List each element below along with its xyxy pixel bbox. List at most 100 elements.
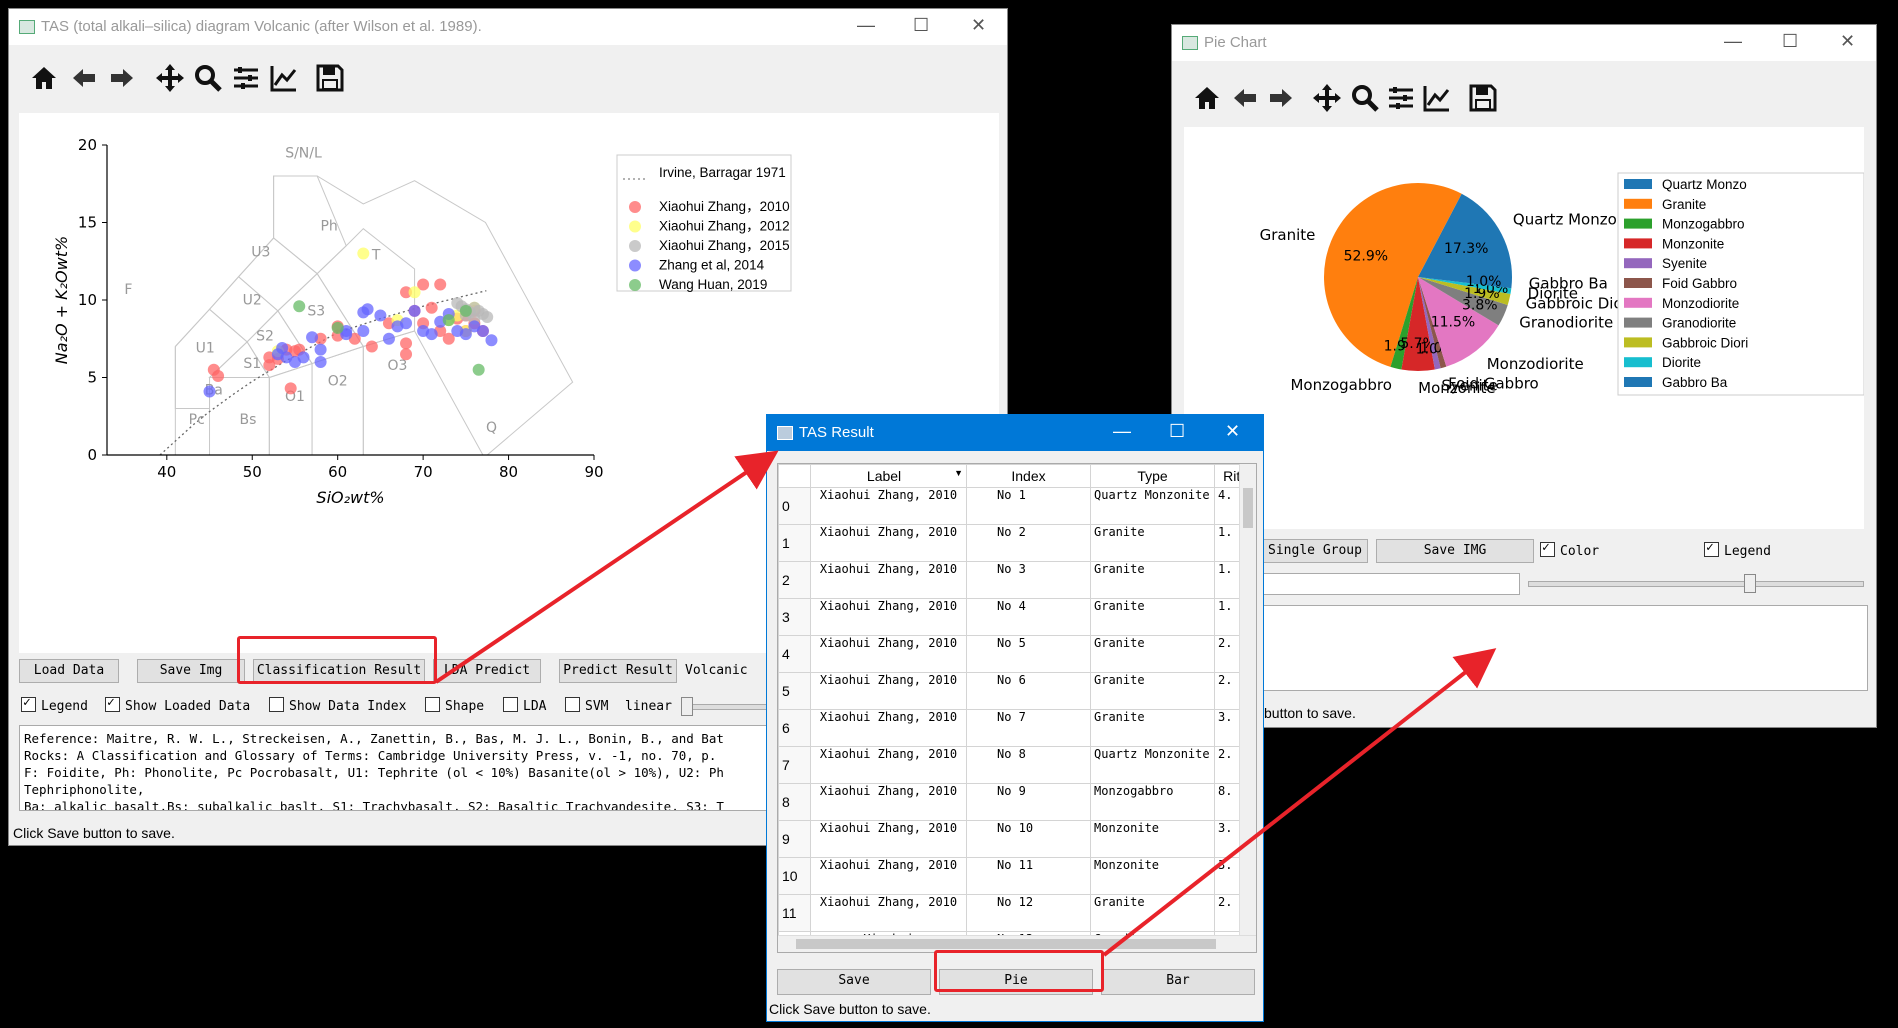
- show-loaded-checkbox[interactable]: Show Loaded Data: [105, 695, 250, 714]
- cell-type[interactable]: Granite: [1090, 635, 1215, 673]
- minimize-icon[interactable]: —: [1113, 421, 1131, 442]
- corner-header[interactable]: [778, 464, 811, 488]
- zoom-icon[interactable]: [191, 61, 225, 95]
- shape-checkbox[interactable]: Shape: [425, 697, 484, 714]
- save-figure-icon[interactable]: [313, 61, 347, 95]
- cell-type[interactable]: Granite: [1090, 598, 1215, 636]
- cell-label[interactable]: Xiaohui Zhang, 2010: [810, 894, 967, 932]
- close-icon[interactable]: ✕: [1225, 421, 1240, 442]
- minimize-icon[interactable]: —: [1724, 31, 1742, 52]
- legend-checkbox[interactable]: Legend: [1704, 540, 1771, 559]
- row-number[interactable]: 4: [778, 635, 811, 673]
- scroll-thumb[interactable]: [1243, 488, 1253, 528]
- home-icon[interactable]: [1190, 81, 1224, 115]
- row-number[interactable]: 5: [778, 672, 811, 710]
- row-number[interactable]: 1: [778, 524, 811, 562]
- row-number[interactable]: 7: [778, 746, 811, 784]
- cell-label[interactable]: Xiaohui Zhang, 2010: [810, 820, 967, 858]
- result-titlebar[interactable]: TAS Result — ☐ ✕: [767, 415, 1263, 451]
- cell-type[interactable]: Granite: [1090, 524, 1215, 562]
- output-textbox[interactable]: [1262, 605, 1868, 691]
- forward-arrow-icon[interactable]: [1264, 81, 1298, 115]
- cell-index[interactable]: No 1: [966, 487, 1091, 525]
- forward-arrow-icon[interactable]: [105, 61, 139, 95]
- col-header-label[interactable]: Label ▼: [810, 464, 967, 488]
- row-number[interactable]: 9: [778, 820, 811, 858]
- cell-index[interactable]: No 12: [966, 894, 1091, 932]
- tas-titlebar[interactable]: TAS (total alkali–silica) diagram Volcan…: [9, 9, 1007, 45]
- pan-icon[interactable]: [1310, 81, 1344, 115]
- col-header-index[interactable]: Index: [966, 464, 1091, 488]
- cell-label[interactable]: Xiaohui Zhang, 2010: [810, 598, 967, 636]
- cell-index[interactable]: No 2: [966, 524, 1091, 562]
- close-icon[interactable]: ✕: [1840, 31, 1855, 52]
- cell-index[interactable]: No 6: [966, 672, 1091, 710]
- cell-type[interactable]: Quartz Monzonite: [1090, 487, 1215, 525]
- slider-handle[interactable]: [1744, 574, 1756, 593]
- row-number[interactable]: 11: [778, 894, 811, 932]
- bar-button[interactable]: Bar: [1101, 969, 1255, 995]
- checkbox-box[interactable]: [21, 695, 36, 712]
- minimize-icon[interactable]: —: [857, 15, 875, 36]
- cell-type[interactable]: Granite: [1090, 894, 1215, 932]
- back-arrow-icon[interactable]: [1228, 81, 1262, 115]
- checkbox-box[interactable]: [1704, 540, 1719, 557]
- table-row[interactable]: 11 Xiaohui Zhang, 2010 No 12 Granite 2.: [778, 894, 1256, 932]
- cell-type[interactable]: Monzogabbro: [1090, 783, 1215, 821]
- checkbox-box[interactable]: [105, 695, 120, 712]
- lda-checkbox[interactable]: LDA: [503, 697, 546, 714]
- close-icon[interactable]: ✕: [971, 15, 986, 36]
- back-arrow-icon[interactable]: [67, 61, 101, 95]
- cell-index[interactable]: No 9: [966, 783, 1091, 821]
- row-number[interactable]: 8: [778, 783, 811, 821]
- checkbox-box[interactable]: [565, 697, 580, 712]
- slider[interactable]: [1528, 581, 1864, 587]
- cell-index[interactable]: No 11: [966, 857, 1091, 895]
- table-row[interactable]: 7 Xiaohui Zhang, 2010 No 8 Quartz Monzonite…: [778, 746, 1256, 784]
- cell-index[interactable]: No 3: [966, 561, 1091, 599]
- cell-type[interactable]: Granite: [1090, 672, 1215, 710]
- reference-textbox[interactable]: Reference: Maitre, R. W. L., Streckeisen…: [19, 725, 781, 811]
- pie-titlebar[interactable]: Pie Chart — ☐ ✕: [1172, 25, 1876, 61]
- predict-result-button[interactable]: Predict Result: [559, 659, 677, 683]
- slider[interactable]: [681, 704, 779, 710]
- cell-index[interactable]: No 7: [966, 709, 1091, 747]
- cell-label[interactable]: Xiaohui Zhang, 2010: [810, 709, 967, 747]
- table-row[interactable]: 9 Xiaohui Zhang, 2010 No 10 Monzonite 3.: [778, 820, 1256, 858]
- table-row[interactable]: 2 Xiaohui Zhang, 2010 No 3 Granite 1.: [778, 561, 1256, 599]
- table-row[interactable]: 8 Xiaohui Zhang, 2010 No 9 Monzogabbro 8.: [778, 783, 1256, 821]
- maximize-icon[interactable]: ☐: [1782, 31, 1798, 52]
- cell-label[interactable]: Xiaohui Zhang, 2010: [810, 524, 967, 562]
- cell-index[interactable]: No 10: [966, 820, 1091, 858]
- load-data-button[interactable]: Load Data: [19, 659, 119, 683]
- row-number[interactable]: 3: [778, 598, 811, 636]
- color-checkbox[interactable]: Color: [1540, 540, 1599, 559]
- edit-axis-icon[interactable]: [267, 61, 301, 95]
- edit-axis-icon[interactable]: [1420, 81, 1454, 115]
- maximize-icon[interactable]: ☐: [913, 15, 929, 36]
- vertical-scrollbar[interactable]: [1239, 464, 1256, 936]
- configure-subplots-icon[interactable]: [229, 61, 263, 95]
- table-row[interactable]: 10 Xiaohui Zhang, 2010 No 11 Monzonite 3.: [778, 857, 1256, 895]
- cell-index[interactable]: No 5: [966, 635, 1091, 673]
- maximize-icon[interactable]: ☐: [1169, 421, 1185, 442]
- cell-type[interactable]: Monzonite: [1090, 857, 1215, 895]
- text-input[interactable]: [1262, 573, 1520, 595]
- col-header-type[interactable]: Type: [1090, 464, 1215, 488]
- checkbox-box[interactable]: [1540, 540, 1555, 557]
- cell-index[interactable]: No 8: [966, 746, 1091, 784]
- save-figure-icon[interactable]: [1466, 81, 1500, 115]
- show-index-checkbox[interactable]: Show Data Index: [269, 697, 406, 714]
- cell-label[interactable]: Xiaohui Zhang, 2010: [810, 561, 967, 599]
- save-img-button[interactable]: Save Img: [137, 659, 245, 683]
- row-number[interactable]: 0: [778, 487, 811, 525]
- table-row[interactable]: 1 Xiaohui Zhang, 2010 No 2 Granite 1.: [778, 524, 1256, 562]
- pan-icon[interactable]: [153, 61, 187, 95]
- row-number[interactable]: 2: [778, 561, 811, 599]
- table-row[interactable]: 3 Xiaohui Zhang, 2010 No 4 Granite 1.: [778, 598, 1256, 636]
- save-button[interactable]: Save: [777, 969, 931, 995]
- row-number[interactable]: 10: [778, 857, 811, 895]
- lda-predict-button[interactable]: LDA Predict: [433, 659, 541, 683]
- cell-label[interactable]: Xiaohui Zhang, 2010: [810, 635, 967, 673]
- cell-label[interactable]: Xiaohui Zhang, 2010: [810, 487, 967, 525]
